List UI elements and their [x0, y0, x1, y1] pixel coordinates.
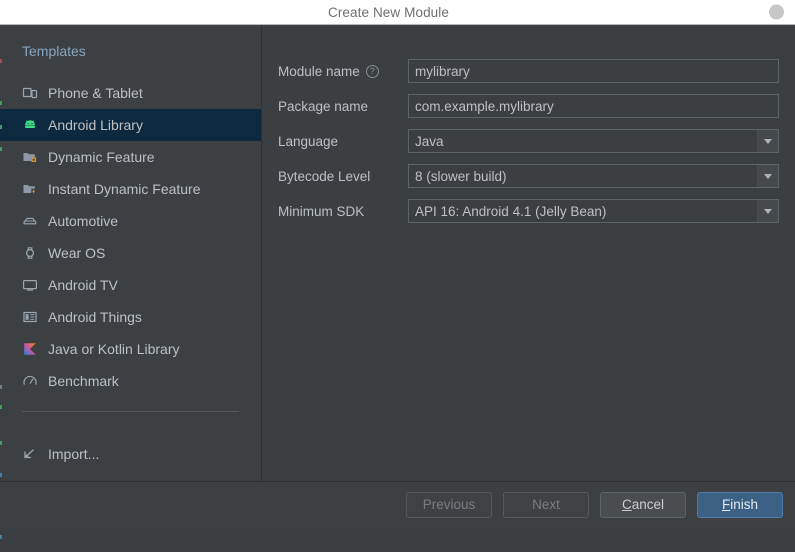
templates-sidebar: Templates Phone & Tablet Android Library…: [0, 25, 262, 539]
sidebar-item-instant-dynamic-feature[interactable]: Instant Dynamic Feature: [0, 173, 261, 205]
form-row-bytecode-level: Bytecode Level 8 (slower build): [278, 164, 779, 188]
cancel-label-rest: ancel: [631, 497, 665, 512]
phone-tablet-icon: [22, 85, 38, 101]
tv-icon: [22, 277, 38, 293]
chevron-down-icon[interactable]: [757, 130, 778, 152]
form-row-package-name: Package name: [278, 94, 779, 118]
help-icon[interactable]: ?: [365, 64, 379, 78]
sidebar-item-android-things[interactable]: Android Things: [0, 301, 261, 333]
minimum-sdk-label: Minimum SDK: [278, 203, 365, 219]
sidebar-item-label: Wear OS: [48, 245, 106, 261]
bytecode-level-label: Bytecode Level: [278, 168, 371, 184]
form-row-module-name: Module name ?: [278, 59, 779, 83]
module-name-label: Module name: [278, 63, 360, 79]
sidebar-item-android-library[interactable]: Android Library: [0, 109, 261, 141]
bytecode-level-dropdown[interactable]: 8 (slower build): [408, 164, 779, 188]
language-dropdown[interactable]: Java: [408, 129, 779, 153]
sidebar-item-label: Phone & Tablet: [48, 85, 143, 101]
sidebar-item-label: Android Library: [48, 117, 143, 133]
sidebar-item-phone-tablet[interactable]: Phone & Tablet: [0, 77, 261, 109]
folder-module-icon: [22, 149, 38, 165]
chevron-down-icon[interactable]: [757, 165, 778, 187]
dialog-title: Create New Module: [327, 4, 449, 20]
sidebar-item-dynamic-feature[interactable]: Dynamic Feature: [0, 141, 261, 173]
chevron-down-icon[interactable]: [757, 200, 778, 222]
cancel-mnemonic: C: [621, 497, 632, 512]
dialog-titlebar: Create New Module: [0, 0, 795, 25]
import-arrow-icon: [22, 446, 38, 462]
sidebar-item-android-tv[interactable]: Android TV: [0, 269, 261, 301]
sidebar-item-import[interactable]: Import...: [0, 438, 261, 470]
kotlin-logo-icon: [22, 341, 38, 357]
sidebar-item-label: Instant Dynamic Feature: [48, 181, 201, 197]
sidebar-item-label: Import...: [48, 446, 100, 462]
speedometer-icon: [22, 373, 38, 389]
sidebar-item-label: Automotive: [48, 213, 119, 229]
sidebar-item-label: Benchmark: [48, 373, 119, 389]
cancel-button[interactable]: Cancel: [600, 491, 686, 518]
dialog-footer: Previous Next Cancel Finish: [0, 481, 795, 527]
sidebar-section-header: Templates: [22, 43, 86, 59]
sidebar-item-benchmark[interactable]: Benchmark: [0, 365, 261, 397]
next-button[interactable]: Next: [503, 491, 589, 518]
language-value: Java: [415, 133, 444, 149]
create-new-module-dialog: Create New Module Templates Phone & Tabl…: [0, 0, 795, 539]
finish-mnemonic: F: [721, 497, 731, 512]
module-name-label-group: Module name ?: [278, 64, 408, 79]
form-row-minimum-sdk: Minimum SDK API 16: Android 4.1 (Jelly B…: [278, 199, 779, 223]
form-row-language: Language Java: [278, 129, 779, 153]
car-icon: [22, 213, 38, 229]
sidebar-item-label: Android TV: [48, 277, 118, 293]
minimum-sdk-value: API 16: Android 4.1 (Jelly Bean): [415, 203, 607, 219]
sidebar-item-label: Dynamic Feature: [48, 149, 155, 165]
finish-label-rest: inish: [730, 497, 758, 512]
sidebar-item-automotive[interactable]: Automotive: [0, 205, 261, 237]
module-form: Module name ? Package name Language Java…: [262, 25, 795, 481]
dialog-content: Templates Phone & Tablet Android Library…: [0, 25, 795, 539]
sidebar-item-java-or-kotlin-library[interactable]: Java or Kotlin Library: [0, 333, 261, 365]
module-name-input[interactable]: [408, 59, 779, 83]
sidebar-item-label: Java or Kotlin Library: [48, 341, 180, 357]
finish-button[interactable]: Finish: [697, 491, 783, 518]
previous-button[interactable]: Previous: [406, 491, 492, 518]
minimum-sdk-dropdown[interactable]: API 16: Android 4.1 (Jelly Bean): [408, 199, 779, 223]
close-icon[interactable]: [769, 4, 784, 20]
bytecode-level-value: 8 (slower build): [415, 168, 507, 184]
package-name-label: Package name: [278, 98, 369, 114]
sidebar-item-wear-os[interactable]: Wear OS: [0, 237, 261, 269]
watch-icon: [22, 245, 38, 261]
package-name-input[interactable]: [408, 94, 779, 118]
things-board-icon: [22, 309, 38, 325]
folder-instant-icon: [22, 181, 38, 197]
android-robot-icon: [22, 117, 38, 133]
sidebar-divider: [22, 411, 239, 412]
sidebar-item-label: Android Things: [48, 309, 142, 325]
language-label: Language: [278, 133, 339, 149]
